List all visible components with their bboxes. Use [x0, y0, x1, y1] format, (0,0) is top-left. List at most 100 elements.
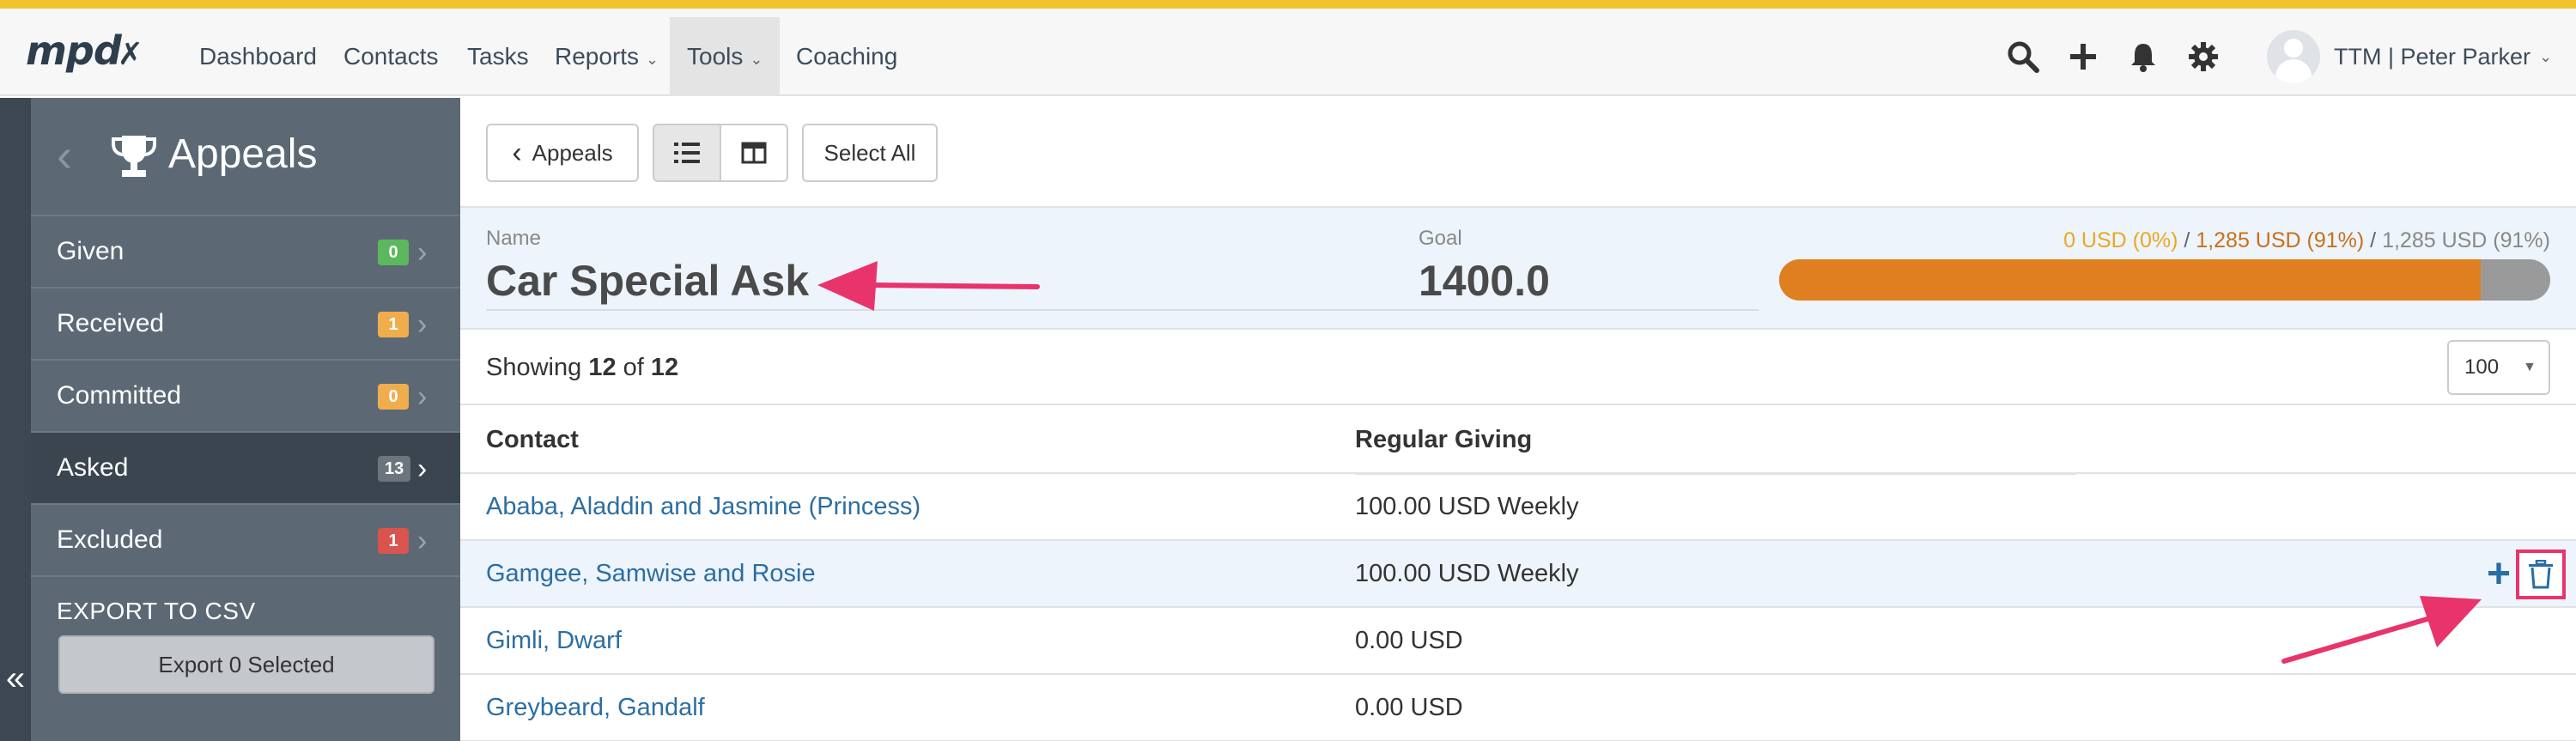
- column-regular-giving[interactable]: Regular Giving: [1355, 426, 1532, 454]
- top-navbar: mpd✗ Dashboard Contacts Tasks Reports ⌄ T…: [0, 9, 2576, 96]
- nav-tasks-label: Tasks: [467, 43, 529, 70]
- progress-bar-fill: [1779, 259, 2482, 301]
- sidebar-rail: [0, 98, 31, 741]
- back-button-label: Appeals: [532, 139, 613, 166]
- count-badge: 0: [378, 240, 409, 265]
- appeal-goal-field[interactable]: 1400.0: [1419, 256, 1550, 306]
- gear-icon[interactable]: [2184, 38, 2222, 76]
- total-count: 12: [650, 354, 679, 381]
- sidebar-item-label: Excluded: [57, 525, 163, 554]
- sidebar-header: ‹ Appeals: [31, 98, 460, 215]
- trophy-icon: [112, 136, 156, 177]
- count-badge: 13: [378, 456, 411, 482]
- table-header: Contact Regular Giving: [460, 405, 2576, 475]
- appeal-name-field[interactable]: Car Special Ask: [486, 256, 809, 306]
- table-row[interactable]: Gimli, Dwarf 0.00 USD: [460, 608, 2576, 675]
- chevron-right-icon: ›: [417, 452, 428, 485]
- chevron-right-icon: ›: [417, 308, 428, 341]
- nav-reports-label: Reports: [555, 43, 640, 70]
- export-label: EXPORT TO CSV: [57, 598, 256, 624]
- table-row[interactable]: Ababa, Aladdin and Jasmine (Princess) 10…: [460, 474, 2576, 541]
- sidebar-item-excluded[interactable]: Excluded 1 ›: [31, 503, 460, 575]
- column-view-button[interactable]: [720, 124, 788, 182]
- logo[interactable]: mpd✗: [26, 27, 143, 74]
- chevron-down-icon: ⌄: [2539, 47, 2553, 65]
- back-to-appeals-button[interactable]: ‹ Appeals: [486, 124, 639, 182]
- plus-icon[interactable]: [2064, 38, 2102, 76]
- per-page-select[interactable]: 100 ▼: [2447, 340, 2550, 395]
- results-summary-row: Showing 12 of 12 100 ▼: [460, 330, 2576, 405]
- goal-label: Goal: [1419, 227, 1462, 250]
- shown-count: 12: [588, 354, 617, 381]
- contact-link[interactable]: Gimli, Dwarf: [486, 627, 622, 655]
- sidebar-item-label: Asked: [57, 453, 129, 482]
- chevron-down-icon: ⌄: [646, 51, 659, 68]
- search-icon[interactable]: [2004, 38, 2042, 76]
- showing-count: Showing 12 of 12: [486, 354, 678, 382]
- nav-dashboard-label: Dashboard: [199, 43, 317, 70]
- per-page-value: 100: [2464, 355, 2500, 379]
- count-badge: 1: [378, 528, 409, 554]
- sidebar-item-label: Given: [57, 237, 125, 265]
- logo-text: mpd: [26, 27, 122, 74]
- progress-separator: /: [2178, 228, 2196, 252]
- table-row[interactable]: Greybeard, Gandalf 0.00 USD: [460, 675, 2576, 741]
- chevron-left-icon: ‹: [512, 137, 522, 169]
- toolbar: ‹ Appeals Select All: [460, 98, 2576, 208]
- nav-reports[interactable]: Reports ⌄: [538, 17, 676, 96]
- nav-contacts-label: Contacts: [343, 43, 439, 70]
- sidebar: ‹ Appeals Given 0 › Received 1 › Committ…: [31, 98, 460, 741]
- export-selected-button[interactable]: Export 0 Selected: [58, 635, 434, 694]
- top-accent-bar: [0, 0, 2576, 9]
- goal-underline: [1419, 309, 1759, 311]
- count-badge: 1: [378, 312, 409, 337]
- nav-tools[interactable]: Tools ⌄: [670, 17, 781, 96]
- sidebar-item-received[interactable]: Received 1 ›: [31, 287, 460, 359]
- sidebar-item-asked[interactable]: Asked 13 ›: [31, 431, 460, 503]
- contact-link[interactable]: Ababa, Aladdin and Jasmine (Princess): [486, 493, 920, 521]
- progress-bar: [1779, 259, 2550, 301]
- nav-dashboard[interactable]: Dashboard: [182, 17, 334, 96]
- avatar: [2267, 30, 2320, 83]
- remove-contact-button[interactable]: [2516, 550, 2567, 599]
- contact-link[interactable]: Gamgee, Samwise and Rosie: [486, 560, 816, 588]
- list-icon: [674, 143, 700, 163]
- nav-coaching-label: Coaching: [796, 43, 898, 70]
- regular-giving-value: 100.00 USD Weekly: [1355, 560, 1579, 587]
- select-all-label: Select All: [823, 139, 916, 166]
- chevron-right-icon: ›: [417, 236, 428, 269]
- chevron-right-icon: ›: [417, 380, 428, 413]
- list-view-button[interactable]: [653, 124, 721, 182]
- name-underline: [486, 309, 1427, 311]
- of-word: of: [616, 354, 651, 381]
- showing-prefix: Showing: [486, 354, 589, 381]
- select-all-button[interactable]: Select All: [802, 124, 938, 182]
- progress-received: 1,285 USD (91%): [2196, 228, 2365, 252]
- user-menu[interactable]: TTM | Peter Parker ⌄: [2267, 26, 2552, 88]
- nav-tasks[interactable]: Tasks: [450, 17, 546, 96]
- appeal-summary: Name Car Special Ask Goal 1400.0 0 USD (…: [460, 208, 2576, 330]
- sidebar-item-label: Committed: [57, 381, 182, 410]
- regular-giving-value: 100.00 USD Weekly: [1355, 493, 1579, 520]
- progress-committed: 1,285 USD (91%): [2382, 228, 2550, 252]
- bell-icon[interactable]: [2124, 38, 2162, 76]
- chevron-down-icon: ⌄: [750, 51, 763, 68]
- count-badge: 0: [378, 384, 409, 410]
- nav-tools-label: Tools: [687, 43, 744, 70]
- add-pledge-icon[interactable]: +: [2487, 554, 2511, 595]
- table-row[interactable]: Gamgee, Samwise and Rosie 100.00 USD Wee…: [460, 541, 2576, 608]
- trash-icon: [2529, 560, 2554, 589]
- nav-contacts[interactable]: Contacts: [326, 17, 456, 96]
- columns-icon: [741, 142, 767, 164]
- collapse-sidebar-icon[interactable]: «: [0, 661, 31, 695]
- column-contact[interactable]: Contact: [486, 426, 579, 454]
- sidebar-item-committed[interactable]: Committed 0 ›: [31, 359, 460, 431]
- sidebar-item-given[interactable]: Given 0 ›: [31, 215, 460, 287]
- progress-summary: 0 USD (0%) / 1,285 USD (91%) / 1,285 USD…: [2063, 228, 2550, 253]
- chevron-left-icon[interactable]: ‹: [57, 132, 72, 179]
- contact-link[interactable]: Greybeard, Gandalf: [486, 694, 705, 722]
- user-name: TTM | Peter Parker: [2334, 43, 2531, 70]
- nav-coaching[interactable]: Coaching: [779, 17, 914, 96]
- name-label: Name: [486, 227, 542, 250]
- sidebar-item-label: Received: [57, 309, 165, 337]
